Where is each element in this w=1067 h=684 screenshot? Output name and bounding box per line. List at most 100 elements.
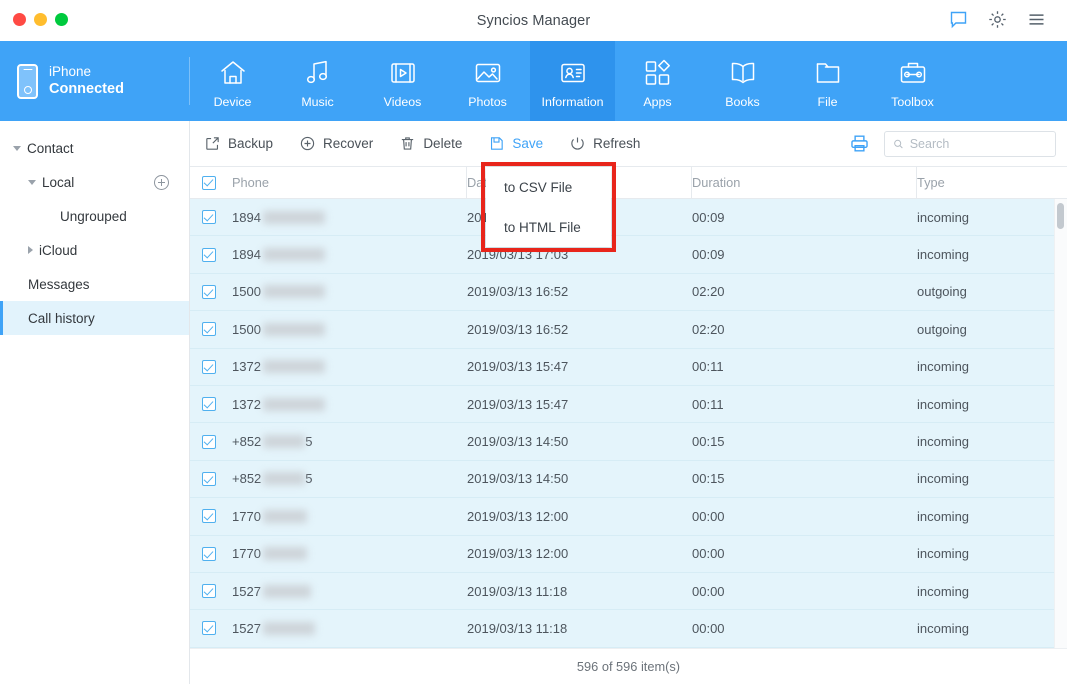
- row-select-cell[interactable]: [190, 573, 232, 609]
- nav-item-device[interactable]: Device: [190, 41, 275, 121]
- redacted-digits: [262, 509, 307, 523]
- toolbar-right: [849, 130, 1056, 157]
- gear-icon[interactable]: [987, 9, 1008, 30]
- table-row[interactable]: 1500 2019/03/13 16:52 02:20 outgoing: [190, 311, 1067, 349]
- add-group-icon[interactable]: [154, 174, 169, 190]
- cell-type: incoming: [917, 583, 970, 599]
- sidebar-item-local[interactable]: Local: [0, 165, 189, 199]
- table-row[interactable]: 1500 2019/03/13 16:52 02:20 outgoing: [190, 273, 1067, 312]
- nav-item-videos[interactable]: Videos: [360, 41, 445, 121]
- toolbox-icon: [900, 62, 925, 83]
- nav-item-label: Apps: [643, 94, 672, 109]
- row-checkbox[interactable]: [202, 621, 216, 636]
- scrollbar-thumb[interactable]: [1057, 203, 1064, 229]
- search-input[interactable]: [909, 136, 1047, 151]
- search-box[interactable]: [884, 130, 1056, 157]
- iphone-icon: [17, 63, 38, 99]
- row-checkbox[interactable]: [202, 397, 216, 412]
- row-select-cell[interactable]: [190, 536, 232, 572]
- table-row[interactable]: 1770 2019/03/13 12:00 00:00 incoming: [190, 498, 1067, 536]
- cell-phone: 1894: [232, 199, 467, 235]
- row-checkbox[interactable]: [202, 584, 216, 599]
- chevron-down-icon[interactable]: [28, 179, 36, 185]
- redacted-digits: [262, 248, 325, 262]
- book-icon: [731, 62, 754, 83]
- table-row[interactable]: 1372 2019/03/13 15:47 00:11 incoming: [190, 348, 1067, 386]
- chevron-down-icon[interactable]: [13, 145, 21, 151]
- refresh-label: Refresh: [593, 136, 641, 151]
- sidebar-item-call-history[interactable]: Call history: [0, 301, 189, 335]
- menu-item-to-csv[interactable]: to CSV File: [486, 167, 611, 207]
- row-select-cell[interactable]: [190, 461, 232, 497]
- select-all-checkbox[interactable]: [202, 175, 216, 190]
- sidebar-item-contact[interactable]: Contact: [0, 131, 189, 165]
- delete-button[interactable]: Delete: [399, 135, 462, 152]
- backup-label: Backup: [228, 136, 274, 151]
- table-row[interactable]: +852 5 2019/03/13 14:50 00:15 incoming: [190, 423, 1067, 461]
- row-select-cell[interactable]: [190, 423, 232, 459]
- table-row[interactable]: 1527 2019/03/13 11:18 00:00 incoming: [190, 610, 1067, 648]
- app-window: Syncios Manager iPhone Connected Device …: [0, 0, 1067, 684]
- nav-item-books[interactable]: Books: [700, 41, 785, 121]
- title-bar: Syncios Manager: [0, 0, 1067, 41]
- nav-item-label: Videos: [383, 94, 422, 109]
- column-header-phone[interactable]: Phone: [232, 167, 467, 198]
- nav-item-apps[interactable]: Apps: [615, 41, 700, 121]
- row-checkbox[interactable]: [202, 471, 216, 486]
- feedback-icon[interactable]: [948, 9, 969, 30]
- recover-button[interactable]: Recover: [299, 135, 373, 152]
- cell-type: incoming: [917, 247, 970, 263]
- cell-date: 2019/03/13 14:50: [467, 471, 569, 487]
- row-select-cell[interactable]: [190, 274, 232, 310]
- row-select-cell[interactable]: [190, 349, 232, 385]
- table-row[interactable]: 18942019/03/13 17:0300:09incoming: [190, 199, 1067, 237]
- column-header-type[interactable]: Type: [917, 167, 1067, 198]
- select-all-cell[interactable]: [190, 167, 232, 198]
- nav-item-toolbox[interactable]: Toolbox: [870, 41, 955, 121]
- row-checkbox[interactable]: [202, 434, 216, 449]
- scrollbar-track[interactable]: [1054, 199, 1067, 648]
- row-checkbox[interactable]: [202, 359, 216, 374]
- row-select-cell[interactable]: [190, 498, 232, 534]
- column-header-duration[interactable]: Duration: [692, 167, 917, 198]
- menu-item-to-html[interactable]: to HTML File: [486, 207, 611, 247]
- row-checkbox[interactable]: [202, 322, 216, 337]
- phone-number: 1500: [232, 284, 261, 300]
- table-row[interactable]: 18942019/03/13 17:0300:09incoming: [190, 236, 1067, 274]
- menu-icon[interactable]: [1026, 9, 1047, 30]
- row-checkbox[interactable]: [202, 509, 216, 524]
- row-checkbox[interactable]: [202, 210, 216, 225]
- save-button[interactable]: Save: [488, 135, 543, 152]
- row-checkbox[interactable]: [202, 247, 216, 262]
- row-checkbox[interactable]: [202, 546, 216, 561]
- table-row[interactable]: 1770 2019/03/13 12:00 00:00 incoming: [190, 535, 1067, 573]
- table-row[interactable]: +852 5 2019/03/13 14:50 00:15 incoming: [190, 460, 1067, 499]
- nav-item-music[interactable]: Music: [275, 41, 360, 121]
- cell-date: 2019/03/13 11:18: [467, 620, 568, 636]
- row-select-cell[interactable]: [190, 386, 232, 422]
- row-select-cell[interactable]: [190, 311, 232, 347]
- table-row[interactable]: 1527 2019/03/13 11:18 00:00 incoming: [190, 572, 1067, 611]
- table-row[interactable]: 1372 2019/03/13 15:47 00:11 incoming: [190, 385, 1067, 424]
- refresh-button[interactable]: Refresh: [569, 135, 640, 152]
- nav-item-information[interactable]: Information: [530, 41, 615, 121]
- sidebar-item-ungrouped[interactable]: Ungrouped: [0, 199, 189, 233]
- row-checkbox[interactable]: [202, 284, 216, 299]
- sidebar-item-icloud[interactable]: iCloud: [0, 233, 189, 267]
- table-body[interactable]: 18942019/03/13 17:0300:09incoming1894201…: [190, 199, 1067, 648]
- backup-button[interactable]: Backup: [204, 135, 273, 152]
- nav-item-photos[interactable]: Photos: [445, 41, 530, 121]
- sidebar-item-messages[interactable]: Messages: [0, 267, 189, 301]
- printer-icon[interactable]: [849, 133, 870, 154]
- phone-number: 1770: [232, 508, 261, 524]
- table-header: Phone Date Duration Type: [190, 167, 1067, 199]
- row-select-cell[interactable]: [190, 236, 232, 272]
- chevron-right-icon[interactable]: [28, 246, 33, 254]
- save-dropdown-menu[interactable]: to CSV File to HTML File: [486, 167, 611, 247]
- row-select-cell[interactable]: [190, 610, 232, 646]
- nav-item-file[interactable]: File: [785, 41, 870, 121]
- cell-phone: 1372: [232, 386, 467, 422]
- device-status[interactable]: iPhone Connected: [0, 41, 190, 121]
- row-select-cell[interactable]: [190, 199, 232, 235]
- save-label: Save: [512, 136, 544, 151]
